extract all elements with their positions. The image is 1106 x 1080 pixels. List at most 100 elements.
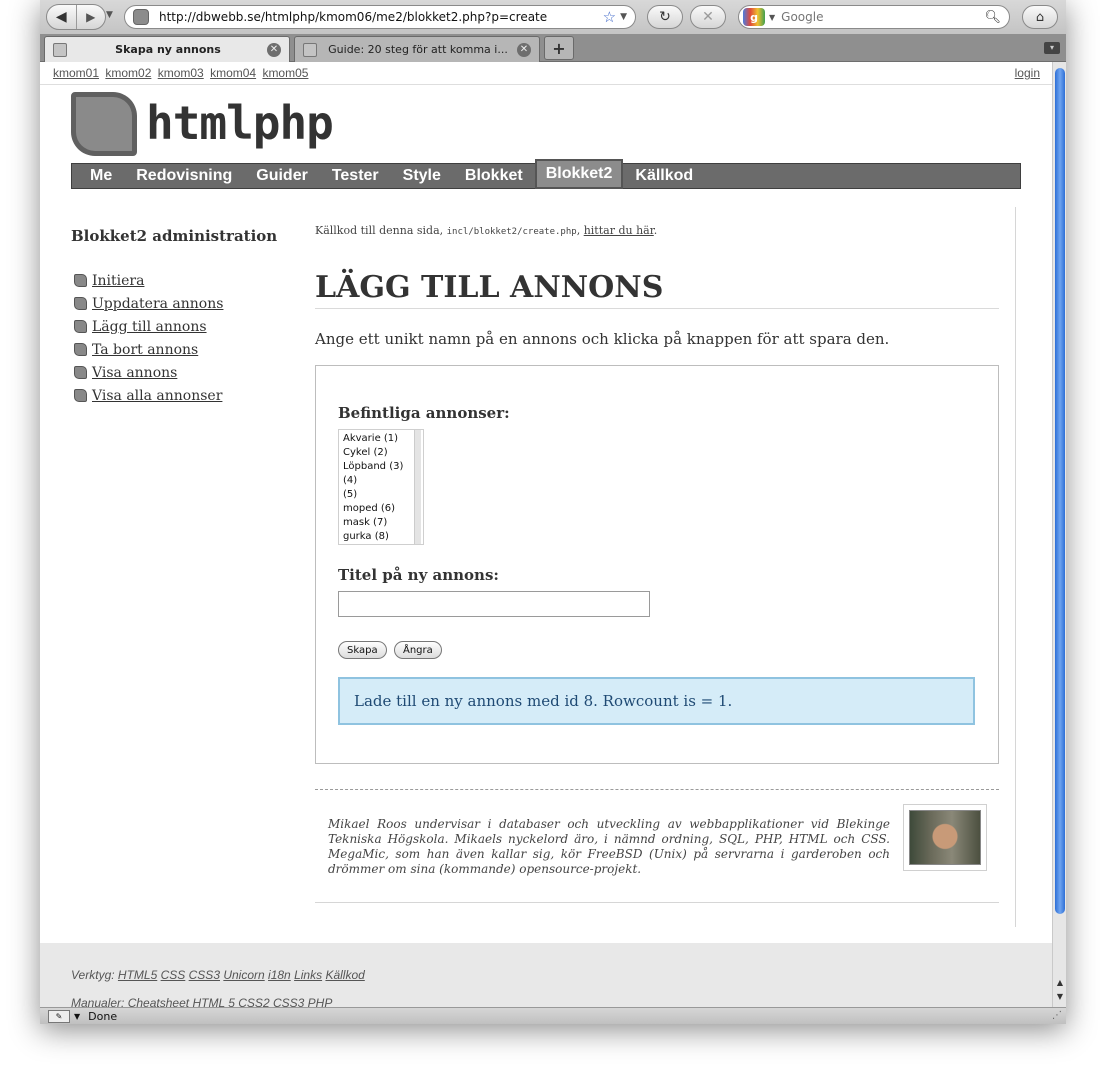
- sidebar-link[interactable]: Ta bort annons: [92, 342, 198, 358]
- success-message: Lade till en ny annons med id 8. Rowcoun…: [338, 677, 975, 725]
- listbox-scrollbar[interactable]: [414, 430, 421, 544]
- home-button[interactable]: ⌂: [1022, 5, 1058, 29]
- search-engine-dropdown-icon[interactable]: ▼: [769, 13, 775, 22]
- sidebar-link[interactable]: Lägg till annons: [92, 319, 207, 335]
- sidebar-link[interactable]: Initiera: [92, 273, 144, 289]
- footer-link[interactable]: i18n: [268, 968, 291, 982]
- url-dropdown-icon[interactable]: ▼: [620, 12, 627, 22]
- footer-link[interactable]: CSS: [161, 968, 186, 982]
- nav-item-kallkod[interactable]: Källkod: [623, 164, 705, 188]
- intro-text: Ange ett unikt namn på en annons och kli…: [315, 330, 890, 348]
- search-input[interactable]: [779, 9, 985, 25]
- tab-close-icon[interactable]: ✕: [267, 42, 281, 57]
- list-item[interactable]: (4): [343, 474, 423, 488]
- nav-item-me[interactable]: Me: [72, 164, 124, 188]
- footer-tools: Verktyg: HTML5 CSS CSS3 Unicorn i18n Lin…: [71, 968, 365, 982]
- kmom-link[interactable]: kmom03: [158, 66, 204, 80]
- list-item[interactable]: Akvarie (1): [343, 432, 423, 446]
- page-title: LÄGG TILL ANNONS: [315, 268, 999, 309]
- bullet-icon: [74, 320, 87, 333]
- content-divider: [1015, 207, 1016, 927]
- list-item[interactable]: mask (7): [343, 516, 423, 530]
- footer-link[interactable]: HTML5: [118, 968, 157, 982]
- status-tool-icon[interactable]: ✎: [48, 1009, 70, 1023]
- list-item[interactable]: Löpband (3): [343, 460, 423, 474]
- bullet-icon: [74, 274, 87, 287]
- scroll-down-icon[interactable]: ▼: [1053, 991, 1067, 1003]
- new-tab-button[interactable]: +: [544, 36, 574, 60]
- undo-button[interactable]: Ångra: [394, 641, 442, 659]
- footer-link[interactable]: CSS3: [189, 968, 220, 982]
- search-engine-icon[interactable]: g: [743, 8, 765, 26]
- history-dropdown-icon[interactable]: ▼: [106, 10, 113, 20]
- url-text[interactable]: http://dbwebb.se/htmlphp/kmom06/me2/blok…: [159, 10, 603, 24]
- search-icon[interactable]: 🔍︎: [984, 10, 1001, 25]
- footer-link[interactable]: CSS2: [238, 996, 269, 1007]
- status-text: Done: [88, 1009, 118, 1023]
- kmom-link[interactable]: kmom01: [53, 66, 99, 80]
- tab-close-icon[interactable]: ✕: [517, 42, 531, 57]
- back-button[interactable]: ◀: [47, 5, 77, 29]
- sidebar-item-visa: Visa annons: [74, 361, 223, 384]
- title-input[interactable]: [338, 591, 650, 617]
- address-bar[interactable]: http://dbwebb.se/htmlphp/kmom06/me2/blok…: [124, 5, 636, 29]
- resize-grip-icon[interactable]: ⋰: [1052, 1010, 1062, 1021]
- nav-item-redovisning[interactable]: Redovisning: [124, 164, 244, 188]
- footer-link[interactable]: Links: [294, 968, 322, 982]
- logo-icon[interactable]: [71, 92, 137, 156]
- sidebar-link[interactable]: Visa alla annonser: [92, 388, 222, 404]
- login-link[interactable]: login: [1015, 66, 1040, 80]
- status-dropdown-icon[interactable]: ▼: [74, 1012, 80, 1021]
- forward-button[interactable]: ▶: [77, 5, 106, 29]
- scroll-up-icon[interactable]: ▲: [1053, 977, 1067, 989]
- tab-favicon-icon: [303, 42, 317, 57]
- nav-item-blokket[interactable]: Blokket: [453, 164, 535, 188]
- footer-link[interactable]: PHP: [308, 996, 333, 1007]
- bookmark-star-icon[interactable]: ☆: [603, 8, 616, 26]
- footer-link[interactable]: Källkod: [325, 968, 364, 982]
- stop-button[interactable]: ✕: [690, 5, 726, 29]
- sidebar-item-initiera: Initiera: [74, 269, 223, 292]
- author-photo: [909, 810, 981, 865]
- nav-item-tester[interactable]: Tester: [320, 164, 391, 188]
- source-line: Källkod till denna sida, incl/blokket2/c…: [315, 224, 657, 237]
- source-suffix: .: [653, 224, 658, 237]
- footer-link[interactable]: HTML 5: [192, 996, 234, 1007]
- kmom-link[interactable]: kmom05: [262, 66, 308, 80]
- footer-link[interactable]: Unicorn: [223, 968, 264, 982]
- tab-list-icon[interactable]: ▾: [1044, 42, 1060, 54]
- sidebar-link[interactable]: Visa annons: [92, 365, 177, 381]
- status-bar: ✎ ▼ Done ⋰: [40, 1007, 1066, 1024]
- scrollbar-thumb[interactable]: [1055, 68, 1065, 914]
- bullet-icon: [74, 297, 87, 310]
- page-viewport: kmom01 kmom02 kmom03 kmom04 kmom05 login…: [40, 62, 1052, 1007]
- kmom-link[interactable]: kmom04: [210, 66, 256, 80]
- tab-inactive[interactable]: Guide: 20 steg för att komma i... ✕: [294, 36, 540, 62]
- site-logo-text[interactable]: htmlphp: [146, 96, 334, 150]
- reload-button[interactable]: ↻: [647, 5, 683, 29]
- nav-item-style[interactable]: Style: [391, 164, 453, 188]
- browser-toolbar: ◀ ▶ ▼ http://dbwebb.se/htmlphp/kmom06/me…: [40, 0, 1066, 34]
- sidebar-item-uppdatera: Uppdatera annons: [74, 292, 223, 315]
- list-item[interactable]: Cykel (2): [343, 446, 423, 460]
- list-item[interactable]: moped (6): [343, 502, 423, 516]
- sidebar-link[interactable]: Uppdatera annons: [92, 296, 223, 312]
- nav-item-guider[interactable]: Guider: [244, 164, 320, 188]
- source-link[interactable]: hittar du här: [584, 224, 654, 237]
- create-button[interactable]: Skapa: [338, 641, 387, 659]
- footer-tools-label: Verktyg:: [71, 968, 115, 982]
- existing-ads-listbox[interactable]: Akvarie (1) Cykel (2) Löpband (3) (4) (5…: [338, 429, 424, 545]
- page-scrollbar[interactable]: ▲ ▼: [1052, 62, 1066, 1007]
- footer-link[interactable]: Cheatsheet: [128, 996, 189, 1007]
- list-item[interactable]: gurka (8): [343, 530, 423, 544]
- kmom-link[interactable]: kmom02: [105, 66, 151, 80]
- list-item[interactable]: (5): [343, 488, 423, 502]
- author-photo-frame: [903, 804, 987, 871]
- footer-link[interactable]: CSS3: [273, 996, 304, 1007]
- tab-active[interactable]: Skapa ny annons ✕: [44, 36, 290, 62]
- footer-manuals: Manualer: Cheatsheet HTML 5 CSS2 CSS3 PH…: [71, 996, 332, 1007]
- author-bio: Mikael Roos undervisar i databaser och u…: [328, 817, 890, 876]
- search-bar[interactable]: g ▼ 🔍︎: [738, 5, 1010, 29]
- nav-item-blokket2[interactable]: Blokket2: [534, 159, 624, 189]
- nav-buttons: ◀ ▶: [46, 4, 106, 30]
